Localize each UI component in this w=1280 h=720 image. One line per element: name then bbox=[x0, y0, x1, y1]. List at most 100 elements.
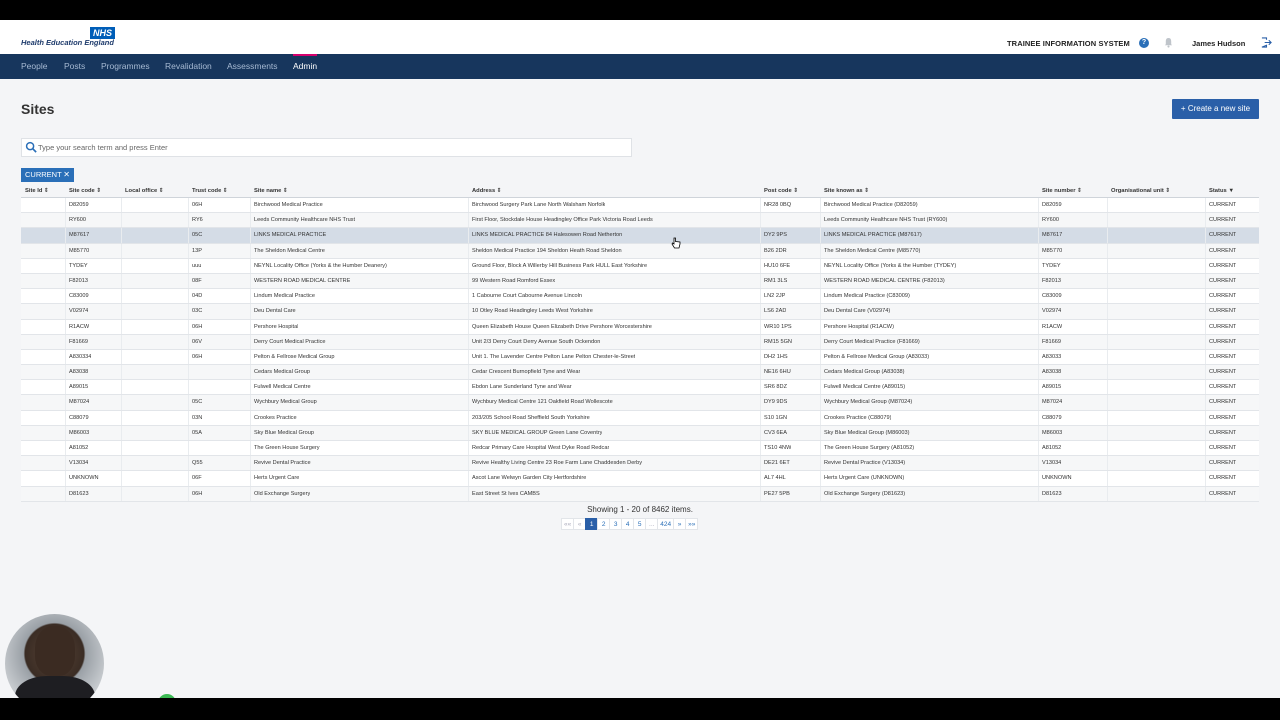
column-divider bbox=[121, 365, 122, 380]
cell-status: CURRENT bbox=[1209, 277, 1237, 284]
column-divider bbox=[121, 334, 122, 349]
column-divider bbox=[468, 228, 469, 243]
column-divider bbox=[250, 228, 251, 243]
column-divider bbox=[1205, 334, 1206, 349]
remove-filter-icon[interactable]: ✕ bbox=[63, 168, 70, 182]
cell-site-name: Birchwood Medical Practice bbox=[254, 202, 323, 208]
cell-site-known-as: Fulwell Medical Centre (A89015) bbox=[824, 384, 906, 391]
webcam-preview[interactable] bbox=[5, 614, 104, 698]
filter-chip-current[interactable]: CURRENT ✕ bbox=[21, 168, 74, 182]
table-row[interactable]: M85770 13P The Sheldon Medical Centre Sheld… bbox=[21, 243, 1259, 259]
column-divider bbox=[1107, 289, 1108, 304]
recorder-done-icon[interactable]: ✓ bbox=[158, 694, 176, 698]
cell-site-code: F82013 bbox=[69, 277, 88, 284]
nav-item-posts[interactable]: Posts bbox=[64, 54, 85, 79]
column-divider bbox=[760, 213, 761, 228]
column-header-status[interactable]: Status ▼ bbox=[1209, 188, 1234, 194]
cell-post-code: DY9 9DS bbox=[764, 399, 788, 406]
nav-item-programmes[interactable]: Programmes bbox=[101, 54, 150, 79]
column-header-site-id[interactable]: Site Id ⇕ bbox=[25, 188, 49, 194]
table-row[interactable]: RY600 RY6 Leeds Community Healthcare NHS T… bbox=[21, 213, 1259, 229]
table-row[interactable]: A81052 The Green House Surgery Redcar Prim… bbox=[21, 441, 1259, 457]
recorder-more-icon[interactable]: ... bbox=[93, 694, 111, 698]
table-row[interactable]: F82013 08F WESTERN ROAD MEDICAL CENTRE 99 W… bbox=[21, 273, 1259, 290]
table-row[interactable]: M87024 05C Wychbury Medical Group Wychbury … bbox=[21, 395, 1259, 411]
cell-trust-code: 08F bbox=[192, 277, 202, 284]
column-divider bbox=[1038, 243, 1039, 258]
cell-trust-code: 03N bbox=[192, 414, 203, 421]
column-header-local-office[interactable]: Local office ⇕ bbox=[125, 188, 164, 194]
cell-status: CURRENT bbox=[1209, 217, 1237, 224]
search-input[interactable]: Type your search term and press Enter bbox=[38, 143, 168, 152]
column-divider bbox=[1205, 456, 1206, 471]
create-site-button[interactable]: + Create a new site bbox=[1172, 99, 1259, 119]
column-header-site-name[interactable]: Site name ⇕ bbox=[254, 188, 288, 194]
column-divider bbox=[820, 395, 821, 410]
table-row[interactable]: C88079 03N Crookes Practice 203/205 School … bbox=[21, 410, 1259, 426]
cell-site-known-as: Birchwood Medical Practice (D82059) bbox=[824, 202, 918, 208]
column-header-site-code[interactable]: Site code ⇕ bbox=[69, 188, 101, 194]
column-header-organisational-unit[interactable]: Organisational unit ⇕ bbox=[1111, 188, 1170, 194]
table-row[interactable]: A830334 06H Pelton & Fellrose Medical Grou… bbox=[21, 349, 1259, 366]
table-row[interactable]: D81623 06H Old Exchange Surgery East Street… bbox=[21, 486, 1259, 502]
nav-item-revalidation[interactable]: Revalidation bbox=[165, 54, 212, 79]
column-header-address[interactable]: Address ⇕ bbox=[472, 188, 502, 194]
column-divider bbox=[1038, 334, 1039, 349]
cell-status: CURRENT bbox=[1209, 202, 1237, 208]
table-row[interactable]: A89015 Fulwell Medical Centre Ebdon Lane S… bbox=[21, 380, 1259, 396]
table-row[interactable]: TYDEY uuu NEYNL Locality Office (Yorks & t… bbox=[21, 258, 1259, 274]
column-divider bbox=[188, 410, 189, 425]
column-divider bbox=[820, 456, 821, 471]
table-row[interactable]: D82059 06H Birchwood Medical Practice Birch… bbox=[21, 198, 1259, 214]
cell-post-code: NR28 0BQ bbox=[764, 202, 792, 208]
column-divider bbox=[250, 456, 251, 471]
cell-address: First Floor, Stockdale House Headingley … bbox=[472, 217, 653, 224]
table-row[interactable]: A83038 Cedars Medical Group Cedar Crescent… bbox=[21, 365, 1259, 381]
cell-site-known-as: NEYNL Locality Office (Yorks & the Humbe… bbox=[824, 262, 957, 269]
cell-site-name: NEYNL Locality Office (Yorks & the Humbe… bbox=[254, 262, 387, 269]
page-link[interactable]: »» bbox=[685, 518, 699, 530]
column-divider bbox=[65, 380, 66, 395]
table-row[interactable]: V13034 Q55 Revive Dental Practice Revive He… bbox=[21, 456, 1259, 472]
nav-item-admin[interactable]: Admin bbox=[293, 54, 318, 79]
table-row[interactable]: M86003 05A Sky Blue Medical Group SKY BLUE … bbox=[21, 425, 1259, 441]
cell-status: CURRENT bbox=[1209, 445, 1237, 451]
table-row[interactable]: V02974 03C Deu Dental Care 10 Otley Road He… bbox=[21, 304, 1259, 320]
nav-item-assessments[interactable]: Assessments bbox=[227, 54, 278, 79]
table-row[interactable]: M87617 05C LINKS MEDICAL PRACTICE LINKS MED… bbox=[21, 228, 1259, 244]
column-header-site-number[interactable]: Site number ⇕ bbox=[1042, 188, 1082, 194]
cell-address: Ground Floor, Block A Willerby Hill Busi… bbox=[472, 262, 648, 269]
table-row[interactable]: UNKNOWN 06F Herts Urgent Care Ascot Lane We… bbox=[21, 471, 1259, 487]
table-row[interactable]: F81669 06V Derry Court Medical Practice Uni… bbox=[21, 334, 1259, 350]
column-divider bbox=[1107, 213, 1108, 228]
column-header-site-known-as[interactable]: Site known as ⇕ bbox=[824, 188, 869, 194]
cell-site-code: M87617 bbox=[69, 232, 90, 239]
logout-icon[interactable] bbox=[1261, 37, 1272, 48]
nav-item-people[interactable]: People bbox=[21, 54, 47, 79]
column-divider bbox=[121, 395, 122, 410]
column-divider bbox=[820, 228, 821, 243]
recorder-cancel-icon[interactable]: ✕ bbox=[112, 694, 130, 698]
cell-address: 203/205 School Road Sheffield South York… bbox=[472, 414, 590, 421]
cell-site-known-as: Deu Dental Care (V02974) bbox=[824, 308, 891, 315]
column-header-trust-code[interactable]: Trust code ⇕ bbox=[192, 188, 228, 194]
column-divider bbox=[121, 243, 122, 258]
column-divider bbox=[820, 380, 821, 395]
table-row[interactable]: C83009 04D Lindum Medical Practice 1 Cabour… bbox=[21, 289, 1259, 305]
column-header-post-code[interactable]: Post code ⇕ bbox=[764, 188, 798, 194]
page-link[interactable]: «« bbox=[561, 518, 575, 530]
cell-status: CURRENT bbox=[1209, 353, 1237, 360]
table-row[interactable]: R1ACW 06H Pershore Hospital Queen Elizabeth… bbox=[21, 319, 1259, 335]
column-divider bbox=[1107, 456, 1108, 471]
hee-logo[interactable]: NHS Health Education England bbox=[20, 27, 120, 49]
bell-icon[interactable] bbox=[1164, 37, 1173, 48]
search-box[interactable]: Type your search term and press Enter bbox=[21, 138, 632, 157]
cell-address: Wychbury Medical Centre 121 Oakfield Roa… bbox=[472, 399, 613, 406]
column-divider bbox=[468, 471, 469, 486]
recorder-pause-icon[interactable]: II bbox=[135, 694, 153, 698]
column-divider bbox=[1038, 456, 1039, 471]
user-name[interactable]: James Hudson bbox=[1192, 39, 1245, 48]
help-icon[interactable]: ? bbox=[1139, 38, 1149, 48]
column-divider bbox=[121, 273, 122, 289]
page-link[interactable]: 424 bbox=[657, 518, 675, 530]
